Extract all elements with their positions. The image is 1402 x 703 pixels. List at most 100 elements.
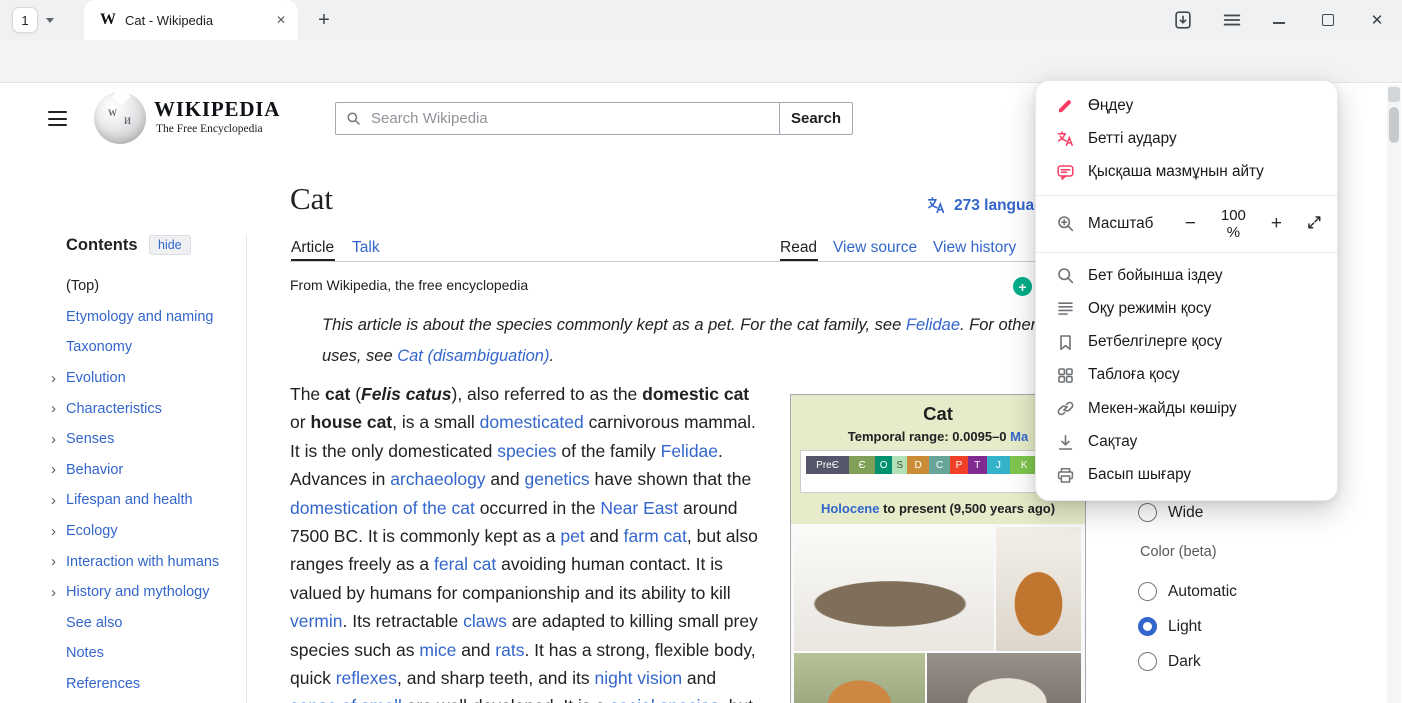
tab-view-history[interactable]: View history (933, 239, 1016, 257)
inline-link[interactable]: reflexes (336, 668, 397, 688)
chevron-right-icon[interactable]: › (48, 584, 66, 601)
inline-link[interactable]: mice (419, 640, 456, 660)
wiki-main-menu-icon[interactable] (48, 111, 67, 131)
inline-link[interactable]: Holocene (821, 501, 880, 516)
search-input[interactable]: Search Wikipedia (335, 102, 780, 135)
tab-view-source[interactable]: View source (833, 239, 917, 257)
inline-link[interactable]: sense of smell (290, 696, 402, 703)
inline-link[interactable]: vermin (290, 611, 343, 631)
chevron-right-icon[interactable]: › (48, 553, 66, 570)
zoom-out-button[interactable]: − (1179, 211, 1201, 237)
chevron-right-icon[interactable]: › (48, 523, 66, 540)
scrollbar-thumb[interactable] (1389, 107, 1399, 143)
inline-link[interactable]: species (497, 441, 556, 461)
downloads-panel-icon[interactable] (1172, 9, 1194, 31)
appearance-color-dark-radio[interactable]: Dark (1138, 652, 1201, 671)
appearance-width-wide-radio[interactable]: Wide (1138, 503, 1203, 522)
radio-selected-icon[interactable] (1138, 617, 1157, 636)
radio-icon[interactable] (1138, 652, 1157, 671)
toc-item-lifespan-and-health[interactable]: ›Lifespan and health (48, 485, 244, 516)
radio-icon[interactable] (1138, 503, 1157, 522)
download-icon (1056, 433, 1075, 452)
inline-link[interactable]: feral cat (434, 554, 496, 574)
menu-item[interactable]: Қысқаша мазмұнын айту (1036, 156, 1337, 189)
inline-link[interactable]: domesticated (480, 412, 584, 432)
toc-item-taxonomy[interactable]: Taxonomy (48, 332, 244, 363)
inline-link[interactable]: Cat (disambiguation) (397, 347, 549, 365)
inline-link[interactable]: claws (463, 611, 507, 631)
toc-item-ecology[interactable]: ›Ecology (48, 516, 244, 547)
window-close-button[interactable]: ✕ (1366, 9, 1388, 31)
menu-item[interactable]: Бетті аудару (1036, 122, 1337, 155)
chevron-right-icon[interactable]: › (48, 492, 66, 509)
zoom-in-button[interactable]: + (1266, 211, 1288, 237)
appearance-color-light-radio[interactable]: Light (1138, 617, 1202, 636)
pale-cat-photo[interactable] (927, 653, 1081, 703)
menu-item[interactable]: Оқу режимін қосу (1036, 292, 1337, 325)
toc-item-references[interactable]: References (48, 669, 244, 700)
hatnote: This article is about the species common… (322, 310, 1067, 372)
inline-link[interactable]: night vision (595, 668, 683, 688)
tab-talk[interactable]: Talk (352, 239, 380, 257)
toc-item-history-and-mythology[interactable]: ›History and mythology (48, 577, 244, 608)
inline-link[interactable]: social species (610, 696, 719, 703)
browser-dropdown-menu: ӨңдеуБетті аударуҚысқаша мазмұнын айту М… (1035, 80, 1338, 501)
browser-hamburger-icon[interactable] (1221, 9, 1243, 31)
tab-close-icon[interactable]: ✕ (276, 13, 286, 27)
toc-item-interaction-with-humans[interactable]: ›Interaction with humans (48, 546, 244, 577)
chevron-right-icon[interactable]: › (48, 431, 66, 448)
toc-item-etymology-and-naming[interactable]: Etymology and naming (48, 302, 244, 333)
window-maximize-button[interactable] (1317, 9, 1339, 31)
toc-item-behavior[interactable]: ›Behavior (48, 455, 244, 486)
toc-divider (246, 235, 247, 703)
wikipedia-logo-globe[interactable]: WИ (94, 92, 146, 144)
tab-article[interactable]: Article (291, 239, 334, 257)
wikipedia-wordmark[interactable]: WIKIPEDIA (154, 97, 280, 122)
tab-counter-button[interactable]: 1 (12, 7, 38, 33)
scrollbar-up-button[interactable] (1388, 87, 1400, 102)
toc-hide-button[interactable]: hide (149, 235, 191, 255)
inline-link[interactable]: Ma (1010, 429, 1028, 444)
new-tab-button[interactable]: + (312, 8, 336, 32)
toc-item-see-also[interactable]: See also (48, 608, 244, 639)
radio-icon[interactable] (1138, 582, 1157, 601)
window-minimize-button[interactable] (1268, 12, 1290, 34)
menu-item-zoom: Масштаб − 100 % + (1036, 202, 1337, 246)
toc-item-evolution[interactable]: ›Evolution (48, 363, 244, 394)
toc-item-top[interactable]: (Top) (48, 271, 244, 302)
menu-item[interactable]: Сақтау (1036, 425, 1337, 458)
menu-item[interactable]: Өңдеу (1036, 89, 1337, 122)
inline-link[interactable]: Felidae (661, 441, 718, 461)
chevron-right-icon[interactable]: › (48, 461, 66, 478)
toc-item-senses[interactable]: ›Senses (48, 424, 244, 455)
inline-link[interactable]: Near East (600, 498, 678, 518)
article-intro-paragraph: The cat (Felis catus), also referred to … (290, 380, 763, 703)
tab-read[interactable]: Read (780, 239, 817, 257)
page-scrollbar[interactable] (1387, 85, 1401, 703)
cat-outdoors-photo[interactable] (794, 653, 925, 703)
search-button[interactable]: Search (779, 102, 853, 135)
inline-link[interactable]: pet (560, 526, 584, 546)
chevron-right-icon[interactable]: › (48, 370, 66, 387)
menu-item[interactable]: Бетбелгілерге қосу (1036, 325, 1337, 358)
inline-link[interactable]: farm cat (624, 526, 687, 546)
chevron-right-icon[interactable]: › (48, 400, 66, 417)
fullscreen-icon[interactable] (1306, 214, 1323, 234)
toc-item-notes[interactable]: Notes (48, 638, 244, 669)
inline-link[interactable]: archaeology (390, 469, 485, 489)
chevron-down-icon[interactable] (46, 18, 54, 23)
ginger-cat-sitting-photo[interactable] (996, 527, 1081, 651)
tabby-cat-lying-photo[interactable] (794, 527, 994, 651)
browser-tab[interactable]: W Cat - Wikipedia ✕ (84, 0, 298, 40)
inline-link[interactable]: rats (495, 640, 524, 660)
menu-item[interactable]: Таблоға қосу (1036, 359, 1337, 392)
appearance-color-automatic-radio[interactable]: Automatic (1138, 582, 1237, 601)
menu-item[interactable]: Бет бойынша іздеу (1036, 259, 1337, 292)
inline-link[interactable]: domestication of the cat (290, 498, 475, 518)
toc-item-characteristics[interactable]: ›Characteristics (48, 393, 244, 424)
menu-item[interactable]: Басып шығару (1036, 459, 1337, 492)
inline-link[interactable]: Felidae (906, 316, 960, 334)
good-article-icon[interactable]: + (1013, 277, 1032, 296)
menu-item[interactable]: Мекен-жайды көшіру (1036, 392, 1337, 425)
inline-link[interactable]: genetics (525, 469, 590, 489)
